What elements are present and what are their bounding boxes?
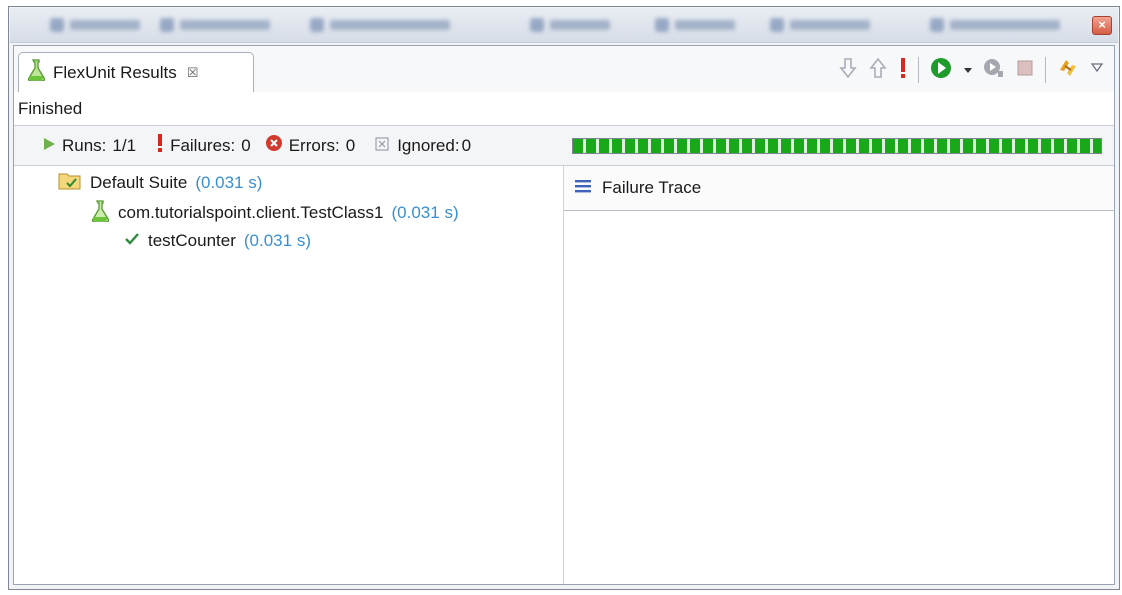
blurred-tab <box>160 17 270 33</box>
ignored-icon <box>375 136 389 156</box>
failure-trace-title: Failure Trace <box>602 178 702 197</box>
view-menu-icon[interactable] <box>1090 60 1104 80</box>
previous-failure-icon[interactable] <box>868 57 888 84</box>
tree-row-method[interactable]: testCounter (0.031 s) <box>124 228 311 254</box>
failures-label: Failures: <box>170 135 236 155</box>
method-time: (0.031 s) <box>243 231 311 250</box>
blurred-tab <box>655 17 735 33</box>
runs-icon <box>42 136 56 156</box>
window-frame: × FlexUnit Results ☒ Finished Runs: 1/1 … <box>8 6 1120 590</box>
toolbar-separator <box>1045 57 1046 83</box>
check-icon <box>124 231 140 251</box>
errors-counter: Errors: 0 <box>265 134 355 157</box>
blurred-tab <box>930 17 1060 33</box>
class-name: com.tutorialspoint.client.TestClass1 <box>118 203 384 222</box>
failures-only-icon[interactable] <box>898 56 908 85</box>
trace-list-icon <box>574 178 592 198</box>
stop-icon[interactable] <box>1015 58 1035 83</box>
tree-row-suite[interactable]: Default Suite (0.031 s) <box>58 170 262 196</box>
rerun-dropdown-icon[interactable] <box>963 60 973 80</box>
progress-fill <box>573 139 1101 153</box>
test-tree: Default Suite (0.031 s) com.tutorialspoi… <box>14 166 564 584</box>
blurred-tab <box>50 17 140 33</box>
toolbar-separator <box>918 57 919 83</box>
failures-value: 0 <box>241 135 251 155</box>
view-toolbar <box>838 56 1104 84</box>
runs-counter: Runs: 1/1 <box>42 136 136 156</box>
tree-row-class[interactable]: com.tutorialspoint.client.TestClass1 (0.… <box>90 199 459 227</box>
status-text: Finished <box>18 98 83 118</box>
ignored-counter: Ignored: 0 <box>375 136 471 156</box>
blurred-tab <box>310 17 450 33</box>
runs-value: 1/1 <box>112 135 137 155</box>
blurred-tab <box>770 17 870 33</box>
tab-label: FlexUnit Results <box>53 62 177 82</box>
folder-icon <box>58 171 82 196</box>
counters-bar: Runs: 1/1 Failures: 0 Errors: 0 Ignored:… <box>14 126 1114 166</box>
ignored-value: 0 <box>461 135 472 155</box>
failures-counter: Failures: 0 <box>156 133 251 158</box>
progress-bar <box>572 138 1102 154</box>
failure-trace-header: Failure Trace <box>564 166 1114 211</box>
failure-trace-pane: Failure Trace <box>564 166 1114 584</box>
errors-label: Errors: <box>288 135 340 155</box>
flask-icon <box>90 199 110 227</box>
close-window-button[interactable]: × <box>1092 16 1112 35</box>
class-time: (0.031 s) <box>391 203 459 222</box>
flexunit-results-view: FlexUnit Results ☒ Finished Runs: 1/1 Fa… <box>13 45 1115 585</box>
rerun-icon[interactable] <box>929 56 953 85</box>
close-tab-icon[interactable]: ☒ <box>187 65 199 81</box>
ignored-label: Ignored: <box>397 135 460 155</box>
runs-label: Runs: <box>62 135 107 155</box>
view-tab-bar: FlexUnit Results ☒ <box>14 46 1114 93</box>
blurred-tab <box>530 17 610 33</box>
flask-icon <box>27 59 46 86</box>
status-line: Finished <box>14 92 1114 126</box>
rerun-failed-icon[interactable] <box>983 57 1005 84</box>
next-failure-icon[interactable] <box>838 57 858 84</box>
errors-icon <box>265 134 283 157</box>
background-tab-strip: × <box>10 8 1118 43</box>
failures-icon <box>156 133 164 158</box>
failure-trace-content[interactable] <box>564 211 1114 581</box>
method-name: testCounter <box>148 231 236 250</box>
suite-time: (0.031 s) <box>195 173 263 192</box>
tab-flexunit-results[interactable]: FlexUnit Results ☒ <box>18 52 254 92</box>
suite-name: Default Suite <box>90 173 188 192</box>
sync-icon[interactable] <box>1056 56 1080 85</box>
errors-value: 0 <box>345 135 356 155</box>
